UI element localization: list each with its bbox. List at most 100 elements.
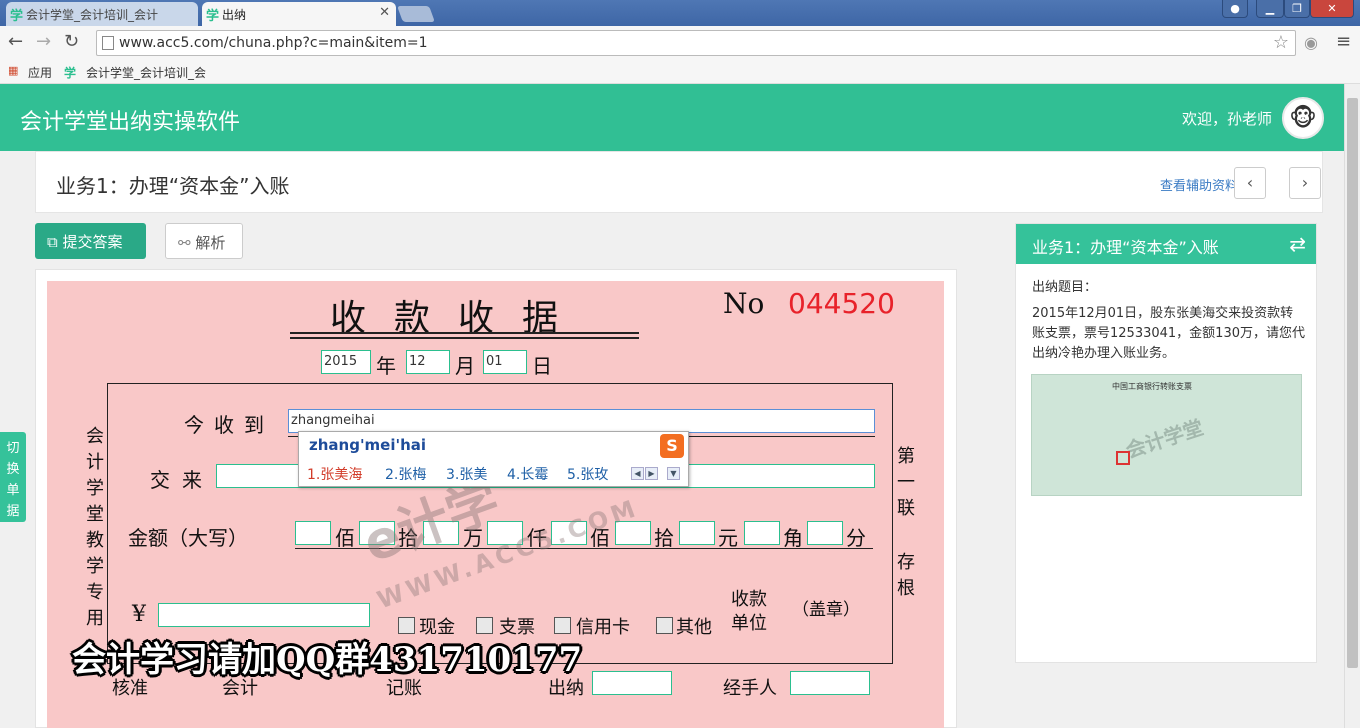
amount-input-jiao[interactable]	[807, 521, 843, 545]
analysis-button[interactable]: ⚯ 解析	[165, 223, 243, 259]
external-link-icon: ⧉	[47, 233, 58, 251]
day-input[interactable]: 01	[483, 350, 527, 374]
submit-answer-button[interactable]: ⧉ 提交答案	[35, 223, 146, 259]
ime-candidate[interactable]: 5.张玫	[567, 464, 608, 484]
year-label: 年	[376, 354, 396, 378]
user-icon[interactable]: ●	[1222, 0, 1248, 18]
ime-candidate[interactable]: 3.张美	[446, 464, 487, 484]
unit-label: 角	[783, 526, 803, 550]
qq-group-overlay: 会计学习请加QQ群431710177	[72, 640, 583, 680]
task-header: 业务1：办理“资本金”入账 查看辅助资料 ‹ ›	[35, 151, 1323, 213]
url-text: www.acc5.com/chuna.php?c=main&item=1	[119, 35, 428, 51]
amount-figure-input[interactable]	[158, 603, 370, 627]
new-tab-button[interactable]	[397, 6, 435, 22]
side-panel-title: 业务1：办理“资本金”入账	[1032, 238, 1219, 257]
tab-label: 出纳	[222, 8, 247, 22]
browser-tab-1[interactable]: 学 会计学堂_会计培训_会计	[6, 2, 198, 26]
handler-label: 经手人	[723, 678, 777, 699]
browser-nav-bar: ← → ↻ www.acc5.com/chuna.php?c=main&item…	[0, 26, 1360, 60]
credit-card-label: 信用卡	[576, 617, 630, 638]
question-label: 出纳题目：	[1032, 280, 1098, 295]
cheque-title: 中国工商银行转账支票	[1112, 382, 1192, 391]
back-arrow-icon[interactable]: ←	[8, 31, 23, 52]
app-header: 会计学堂出纳实操软件 欢迎，孙老师 🐵	[0, 84, 1344, 151]
reload-icon[interactable]: ↻	[64, 31, 79, 52]
receipt-no-label: No	[723, 287, 765, 320]
cheque-watermark: 会计学堂	[1122, 415, 1207, 463]
other-checkbox[interactable]	[656, 617, 673, 634]
receipt-no-value: 044520	[788, 287, 895, 320]
copy-label-vertical: 第一联	[897, 446, 915, 519]
tab-label: 会计学堂_会计培训_会计	[26, 8, 159, 22]
scrollbar-thumb[interactable]	[1347, 98, 1358, 668]
ime-composition: zhang'mei'hai	[309, 436, 427, 454]
app-title: 会计学堂出纳实操软件	[20, 110, 241, 135]
unlink-icon: ⚯	[178, 234, 191, 252]
extension-icon[interactable]: ◉	[1304, 33, 1318, 52]
tab-favicon-icon: 学	[206, 9, 220, 24]
day-label: 日	[532, 354, 552, 378]
received-from-input[interactable]: zhangmeihai	[288, 409, 875, 433]
bookmarks-bar: ▦ 应用 学 会计学堂_会计培训_会	[0, 60, 1360, 84]
help-link[interactable]: 查看辅助资料	[1160, 175, 1238, 194]
ime-candidate[interactable]: 1.张美海	[307, 464, 362, 484]
restore-button[interactable]: ❐	[1284, 0, 1310, 18]
year-input[interactable]: 2015	[321, 350, 371, 374]
yuan-symbol: ¥	[132, 602, 146, 627]
ime-next-page-icon[interactable]: ▶	[645, 467, 658, 480]
close-window-button[interactable]: ✕	[1310, 0, 1354, 18]
sogou-ime-icon: S	[660, 434, 684, 458]
tab-favicon-icon: 学	[10, 9, 24, 24]
cheque-image[interactable]: 中国工商银行转账支票 会计学堂	[1031, 374, 1302, 496]
menu-icon[interactable]: ≡	[1336, 31, 1351, 52]
amount-input-yuan-tens[interactable]	[679, 521, 715, 545]
unit-label: 元	[718, 526, 738, 550]
month-label: 月	[455, 354, 475, 378]
other-label: 其他	[676, 617, 712, 638]
side-panel-header: 业务1：办理“资本金”入账 ⇄	[1016, 224, 1316, 264]
collector-label: 收款单位	[731, 589, 767, 634]
stub-label-vertical: 存根	[897, 552, 915, 599]
address-bar[interactable]: www.acc5.com/chuna.php?c=main&item=1 ☆	[96, 30, 1296, 56]
welcome-text: 欢迎，孙老师	[1181, 110, 1272, 128]
browser-tab-bar: 学 会计学堂_会计培训_会计 学 出纳 ✕ ● ▁ ❐ ✕	[0, 0, 1360, 26]
page-scrollbar[interactable]	[1344, 84, 1360, 728]
bookmark-favicon-icon: 学	[64, 66, 77, 80]
task-title: 业务1：办理“资本金”入账	[56, 174, 290, 198]
amount-label: 金额（大写）	[128, 526, 248, 550]
stamp-label: （盖章）	[792, 600, 860, 620]
left-vertical-text: 会计学堂教学专用	[86, 426, 104, 629]
ime-expand-icon[interactable]: ▼	[667, 467, 680, 480]
apps-grid-icon: ▦	[8, 64, 19, 77]
amount-input-hundred-million[interactable]	[295, 521, 331, 545]
close-tab-icon[interactable]: ✕	[379, 5, 390, 20]
page-icon	[102, 36, 114, 50]
cashier-input[interactable]	[592, 671, 672, 695]
avatar[interactable]: 🐵	[1282, 97, 1324, 139]
bookmark-apps[interactable]: 应用	[28, 64, 52, 81]
bookmark-acc5[interactable]: 会计学堂_会计培训_会	[86, 64, 206, 81]
prev-task-button[interactable]: ‹	[1234, 167, 1266, 199]
cheque-stamp	[1116, 451, 1130, 465]
switch-document-tab[interactable]: 切换单据	[0, 432, 26, 522]
purpose-label: 交来	[150, 468, 214, 492]
ime-candidate[interactable]: 2.张梅	[385, 464, 426, 484]
swap-arrows-icon[interactable]: ⇄	[1289, 232, 1306, 256]
submit-label: 提交答案	[62, 233, 123, 251]
unit-label: 分	[846, 526, 866, 550]
analysis-label: 解析	[195, 234, 226, 252]
ime-candidate[interactable]: 4.长霉	[507, 464, 548, 484]
ime-prev-page-icon[interactable]: ◀	[631, 467, 644, 480]
next-task-button[interactable]: ›	[1289, 167, 1321, 199]
switch-label: 切换单据	[6, 441, 20, 519]
handler-input[interactable]	[790, 671, 870, 695]
month-input[interactable]: 12	[406, 350, 450, 374]
bookmark-star-icon[interactable]: ☆	[1273, 32, 1289, 53]
amount-input-yuan[interactable]	[744, 521, 780, 545]
forward-arrow-icon[interactable]: →	[36, 31, 51, 52]
received-from-label: 今收到	[184, 413, 274, 437]
unit-label: 佰	[335, 526, 355, 550]
minimize-button[interactable]: ▁	[1256, 0, 1284, 18]
browser-tab-2[interactable]: 学 出纳 ✕	[202, 2, 396, 26]
title-underline	[290, 332, 639, 334]
